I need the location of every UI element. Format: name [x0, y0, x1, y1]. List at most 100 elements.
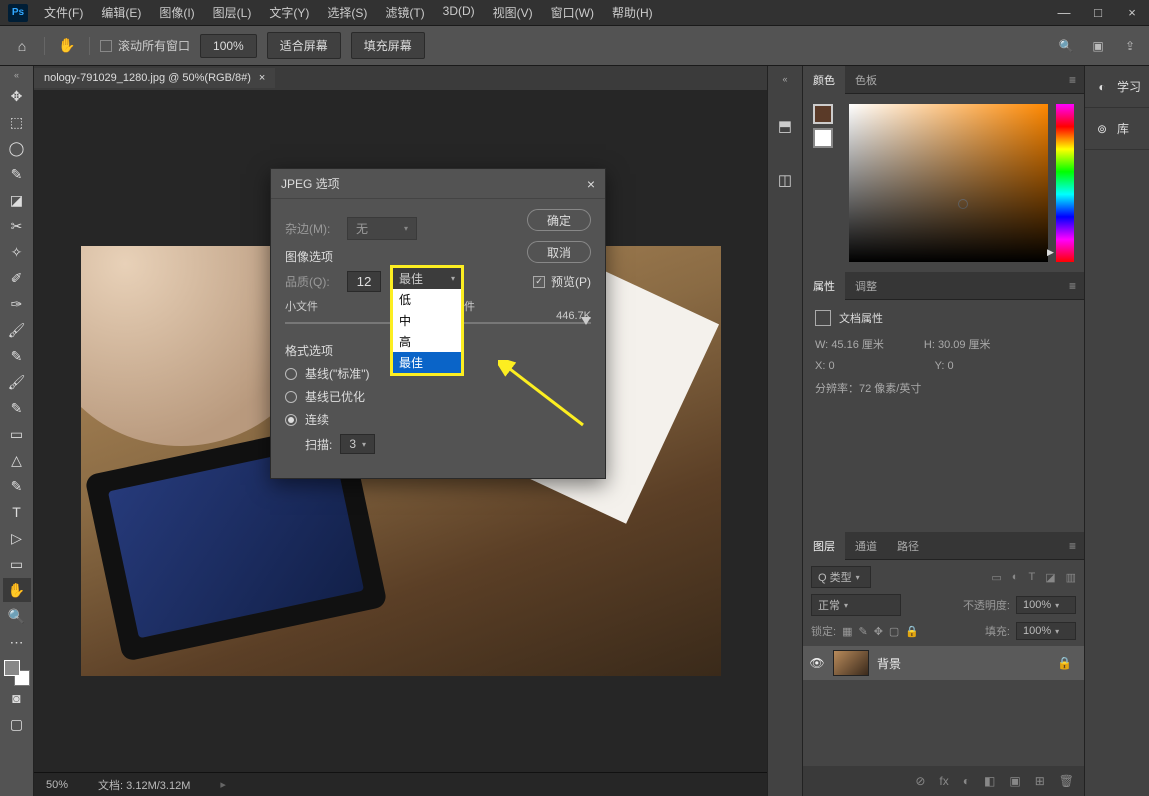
quality-option-low[interactable]: 低 — [393, 289, 461, 310]
hue-slider[interactable] — [1056, 104, 1074, 262]
cube-panel-icon[interactable]: ◫ — [773, 168, 797, 192]
tab-paths[interactable]: 路径 — [887, 532, 929, 560]
visibility-icon[interactable]: 👁 — [809, 656, 825, 670]
home-icon[interactable]: ⌂ — [10, 34, 34, 58]
menu-image[interactable]: 图像(I) — [151, 0, 202, 25]
lock-all-icon[interactable]: 🔒 — [905, 625, 919, 638]
dodge-tool[interactable]: △ — [3, 448, 31, 472]
radio-progressive[interactable]: 连续 — [285, 411, 591, 428]
minimize-button[interactable]: — — [1047, 0, 1081, 26]
type-tool[interactable]: T — [3, 500, 31, 524]
quality-select[interactable]: 最佳▾ — [393, 268, 461, 289]
brush-tool[interactable]: ✑ — [3, 292, 31, 316]
menu-window[interactable]: 窗口(W) — [543, 0, 602, 25]
share-icon[interactable]: ⇪ — [1121, 37, 1139, 55]
tab-swatches[interactable]: 色板 — [845, 66, 887, 94]
filter-adjust-icon[interactable]: ◐ — [1012, 571, 1019, 584]
search-icon[interactable]: 🔍 — [1057, 37, 1075, 55]
scroll-all-checkbox[interactable]: 滚动所有窗口 — [100, 37, 190, 54]
group-icon[interactable]: ▣ — [1009, 774, 1020, 788]
adjustment-icon[interactable]: ◧ — [984, 774, 995, 788]
blur-tool[interactable]: ▭ — [3, 422, 31, 446]
radio-baseline-optimized[interactable]: 基线已优化 — [285, 388, 591, 405]
menu-layer[interactable]: 图层(L) — [205, 0, 260, 25]
new-layer-icon[interactable]: ⊞ — [1035, 774, 1045, 788]
fill-value[interactable]: 100%▾ — [1016, 622, 1076, 640]
menu-3d[interactable]: 3D(D) — [435, 0, 483, 25]
panel-menu-icon[interactable]: ≡ — [1061, 279, 1084, 293]
quality-input[interactable] — [347, 271, 381, 292]
filter-shape-icon[interactable]: ◪ — [1045, 571, 1055, 584]
quality-option-medium[interactable]: 中 — [393, 310, 461, 331]
fill-screen-button[interactable]: 填充屏幕 — [351, 32, 425, 59]
document-tab[interactable]: nology-791029_1280.jpg @ 50%(RGB/8#) × — [34, 68, 275, 88]
mask-icon[interactable]: ◐ — [963, 774, 970, 788]
dock-collapse[interactable]: « — [782, 74, 787, 84]
crop-tool[interactable]: ◪ — [3, 188, 31, 212]
frame-tool[interactable]: ✂ — [3, 214, 31, 238]
dialog-close-icon[interactable]: × — [587, 176, 595, 192]
hand-tool-icon[interactable]: ✋ — [55, 34, 79, 58]
tab-properties[interactable]: 属性 — [803, 272, 845, 300]
learn-panel-button[interactable]: ◐ 学习 — [1085, 66, 1149, 108]
color-field[interactable] — [849, 104, 1048, 262]
ok-button[interactable]: 确定 — [527, 209, 591, 231]
lock-position-icon[interactable]: ✥ — [874, 625, 883, 638]
blend-mode-select[interactable]: 正常▾ — [811, 594, 901, 616]
lasso-tool[interactable]: ◯ — [3, 136, 31, 160]
tab-layers[interactable]: 图层 — [803, 532, 845, 560]
gradient-tool[interactable]: ✎ — [3, 396, 31, 420]
pen-tool[interactable]: ✎ — [3, 474, 31, 498]
move-tool[interactable]: ✥ — [3, 84, 31, 108]
filter-smart-icon[interactable]: ▥ — [1066, 571, 1076, 584]
lock-icon[interactable]: 🔒 — [1057, 656, 1078, 670]
layer-row[interactable]: 👁 背景 🔒 — [803, 646, 1084, 680]
history-brush-tool[interactable]: ✎ — [3, 344, 31, 368]
quality-option-best[interactable]: 最佳 — [393, 352, 461, 373]
filter-image-icon[interactable]: ▭ — [991, 571, 1001, 584]
foreground-color[interactable] — [813, 104, 833, 124]
toolbox-collapse[interactable]: « — [14, 70, 19, 80]
panel-menu-icon[interactable]: ≡ — [1061, 73, 1084, 87]
libraries-panel-button[interactable]: ⊚ 库 — [1085, 108, 1149, 150]
path-tool[interactable]: ▷ — [3, 526, 31, 550]
workspace-icon[interactable]: ▣ — [1089, 37, 1107, 55]
shape-tool[interactable]: ▭ — [3, 552, 31, 576]
marquee-tool[interactable]: ⬚ — [3, 110, 31, 134]
dialog-titlebar[interactable]: JPEG 选项 × — [271, 169, 605, 199]
filter-type-icon[interactable]: T — [1028, 571, 1035, 584]
scans-select[interactable]: 3▾ — [340, 434, 375, 454]
link-layers-icon[interactable]: ⊘ — [915, 774, 925, 788]
delete-icon[interactable]: 🗑 — [1059, 774, 1074, 788]
hand-tool[interactable]: ✋ — [3, 578, 31, 602]
menu-filter[interactable]: 滤镜(T) — [377, 0, 432, 25]
menu-select[interactable]: 选择(S) — [319, 0, 375, 25]
fit-screen-button[interactable]: 适合屏幕 — [267, 32, 341, 59]
fx-icon[interactable]: fx — [939, 774, 948, 788]
background-color[interactable] — [813, 128, 833, 148]
zoom-value-button[interactable]: 100% — [200, 34, 257, 58]
tool-extra[interactable]: ⋯ — [3, 630, 31, 654]
tab-adjustments[interactable]: 调整 — [845, 272, 887, 300]
panel-menu-icon[interactable]: ≡ — [1061, 539, 1084, 553]
color-swatches[interactable] — [4, 660, 30, 686]
menu-view[interactable]: 视图(V) — [485, 0, 541, 25]
status-zoom[interactable]: 50% — [46, 779, 68, 791]
screen-mode-tool[interactable]: ▢ — [3, 712, 31, 736]
tab-channels[interactable]: 通道 — [845, 532, 887, 560]
close-tab-icon[interactable]: × — [259, 72, 265, 84]
zoom-tool[interactable]: 🔍 — [3, 604, 31, 628]
menu-file[interactable]: 文件(F) — [36, 0, 91, 25]
layer-kind-filter[interactable]: Q 类型▾ — [811, 566, 871, 588]
maximize-button[interactable]: □ — [1081, 0, 1115, 26]
lock-artboard-icon[interactable]: ▢ — [889, 625, 899, 638]
history-panel-icon[interactable]: ⬒ — [773, 114, 797, 138]
menu-help[interactable]: 帮助(H) — [604, 0, 661, 25]
matte-select[interactable]: 无▾ — [347, 217, 417, 240]
tab-color[interactable]: 颜色 — [803, 66, 845, 94]
opacity-value[interactable]: 100%▾ — [1016, 596, 1076, 614]
eraser-tool[interactable]: 🖌 — [3, 370, 31, 394]
lock-paint-icon[interactable]: ✎ — [858, 625, 867, 638]
status-more-icon[interactable]: ▸ — [220, 778, 226, 791]
quality-option-high[interactable]: 高 — [393, 331, 461, 352]
